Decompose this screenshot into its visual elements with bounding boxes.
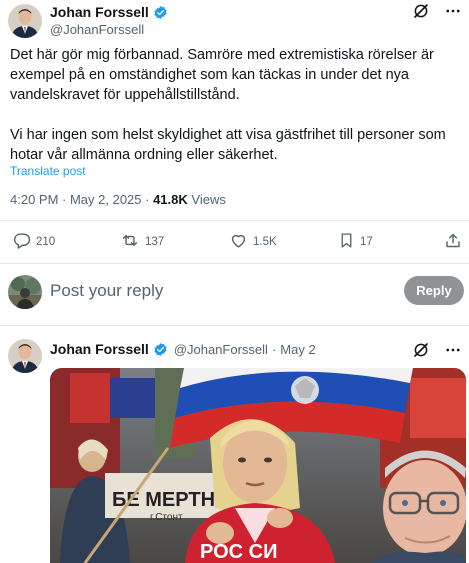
tweet-header: Johan Forssell @JohanForssell: [8, 2, 466, 40]
reply-composer: Post your reply Reply: [8, 274, 466, 310]
tweet-meta: 4:20 PM · May 2, 2025 · 41.8K Views: [10, 192, 226, 207]
reply-input[interactable]: Post your reply: [50, 281, 163, 301]
reply-action[interactable]: 210: [12, 231, 55, 253]
share-icon: [444, 231, 462, 253]
repost-icon: [120, 231, 140, 253]
divider: [0, 220, 469, 221]
views-label: Views: [187, 192, 226, 207]
author-name[interactable]: Johan Forssell: [50, 341, 149, 357]
tweet-timestamp[interactable]: 4:20 PM · May 2, 2025 ·: [10, 192, 153, 207]
second-tweet-meta: Johan Forssell @JohanForssell · May 2: [50, 341, 316, 357]
reply-count: 210: [36, 236, 56, 248]
author-name-row: Johan Forssell: [50, 4, 168, 20]
action-bar: 210 137 1.5K 17: [10, 231, 462, 253]
tweet-media-image[interactable]: БЕ МЕРТНИ г.Стонт РОС СИ: [50, 368, 466, 563]
translate-post-link[interactable]: Translate post: [10, 164, 86, 178]
avatar[interactable]: [8, 339, 42, 373]
bookmark-count: 17: [360, 236, 373, 248]
tweet-date[interactable]: May 2: [280, 342, 315, 357]
reply-button[interactable]: Reply: [404, 276, 464, 305]
divider: [0, 263, 469, 264]
tweet-paragraph: Det här gör mig förbannad. Samröre med e…: [10, 47, 434, 103]
verified-badge-icon: [153, 342, 168, 357]
avatar[interactable]: [8, 4, 42, 38]
more-icon[interactable]: [444, 2, 462, 20]
tweet-paragraph: Vi har ingen som helst skyldighet att vi…: [10, 127, 446, 163]
author-handle[interactable]: @JohanForssell: [50, 22, 144, 37]
meta-separator: ·: [271, 341, 277, 357]
grok-icon[interactable]: [412, 341, 430, 359]
reply-icon: [12, 231, 31, 253]
share-action[interactable]: [444, 231, 462, 253]
more-icon[interactable]: [444, 341, 462, 359]
divider: [0, 325, 469, 326]
like-count: 1.5K: [253, 236, 277, 248]
bookmark-icon: [338, 231, 355, 253]
user-avatar[interactable]: [8, 275, 42, 309]
author-name[interactable]: Johan Forssell: [50, 4, 149, 20]
views-count: 41.8K: [153, 192, 188, 207]
banner-subtext: г.Стонт: [150, 512, 183, 523]
tweet-top-actions: [412, 2, 462, 20]
author-handle[interactable]: @JohanForssell: [174, 342, 268, 357]
repost-count: 137: [145, 236, 165, 248]
like-action[interactable]: 1.5K: [229, 231, 277, 253]
repost-action[interactable]: 137: [120, 231, 164, 253]
grok-icon[interactable]: [412, 2, 430, 20]
tweet-top-actions: [412, 341, 462, 359]
heart-icon: [229, 231, 248, 253]
verified-badge-icon: [153, 5, 168, 20]
bookmark-action[interactable]: 17: [338, 231, 373, 253]
shirt-text: РОС СИ: [200, 541, 277, 563]
